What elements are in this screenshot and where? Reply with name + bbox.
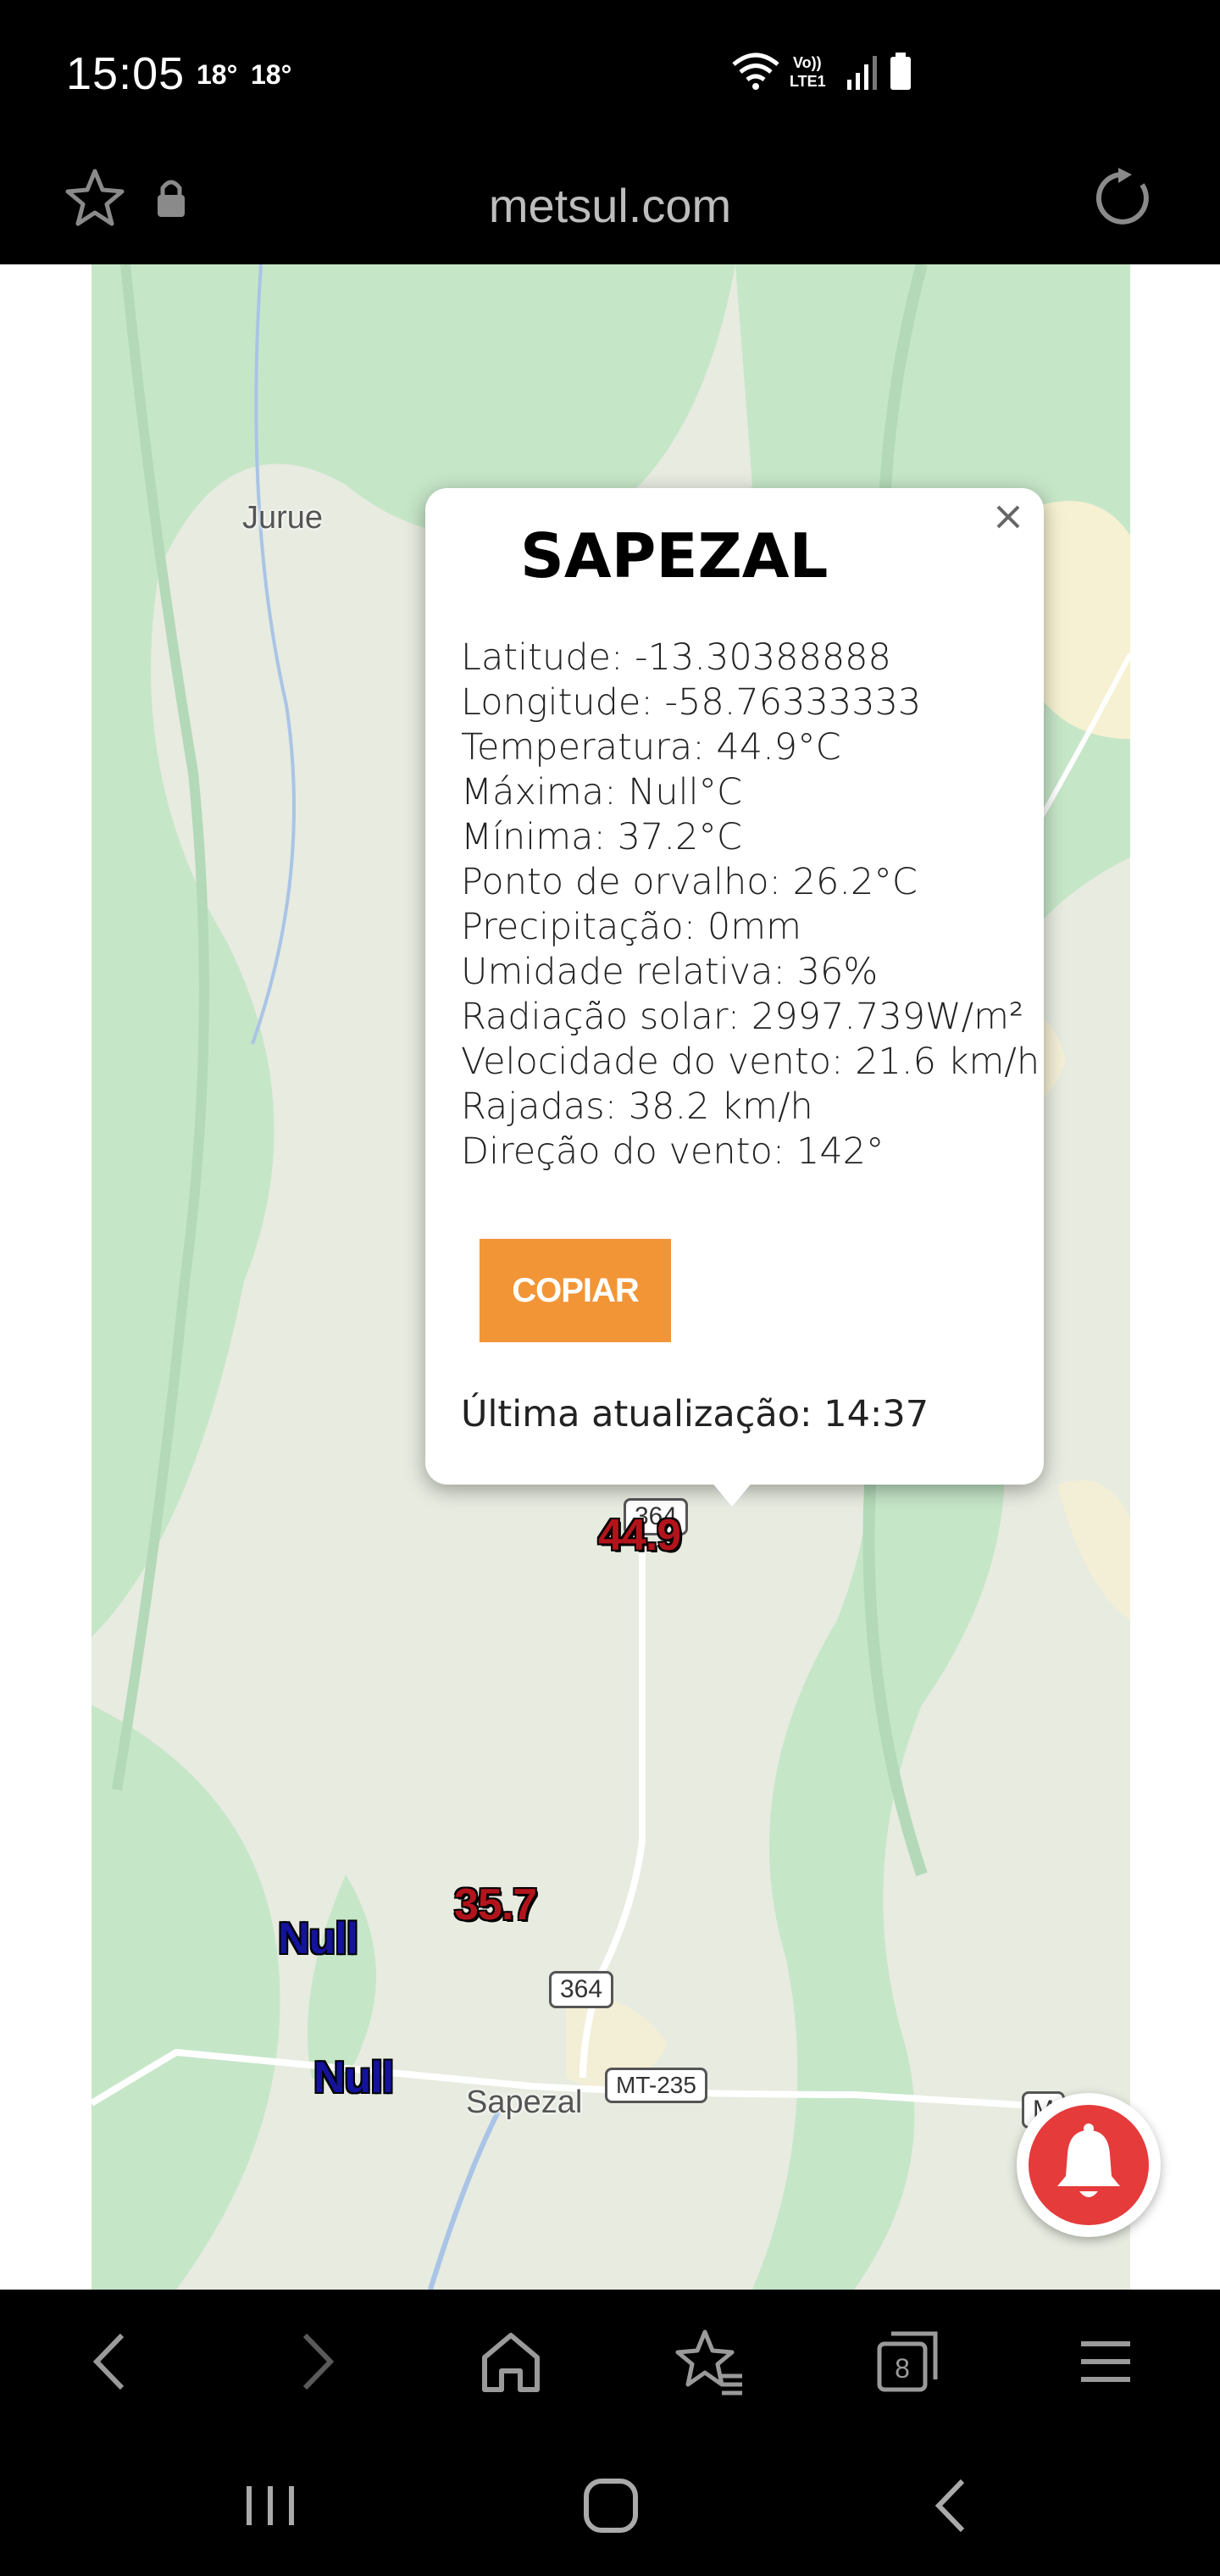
signal-icon bbox=[847, 56, 877, 90]
system-back-icon[interactable] bbox=[915, 2468, 991, 2544]
station-marker-2[interactable]: 35.7 bbox=[454, 1879, 537, 1930]
popup-title: SAPEZAL bbox=[520, 520, 829, 591]
notification-bell-circle bbox=[1029, 2105, 1149, 2225]
station-info-popup: SAPEZAL Latitude: -13.30388888 Longitude… bbox=[425, 488, 1044, 1507]
status-temp-2: 18° bbox=[251, 59, 292, 90]
dew-point-row: Ponto de orvalho: 26.2°C bbox=[461, 861, 918, 903]
browser-toolbar: 8 bbox=[0, 2290, 1220, 2434]
last-updated: Última atualização: 14:37 bbox=[461, 1393, 929, 1435]
solar-radiation-row: Radiação solar: 2997.739W/m² bbox=[461, 996, 1024, 1038]
weather-map[interactable]: Jurue Sapezal 364 364 MT-235 M 44.9 35.7… bbox=[92, 264, 1130, 2290]
forward-icon[interactable] bbox=[276, 2323, 352, 2400]
notification-bell-button[interactable] bbox=[1017, 2093, 1161, 2237]
address-bar: metsul.com bbox=[0, 153, 1220, 264]
status-icons: Vo)) LTE1 bbox=[730, 51, 913, 92]
humidity-row: Umidade relativa: 36% bbox=[461, 951, 879, 993]
status-bar: 15:05 18° 18° Vo)) LTE1 bbox=[0, 0, 1220, 153]
home-icon[interactable] bbox=[473, 2323, 549, 2400]
popup-pointer bbox=[707, 1476, 757, 1507]
wind-direction-row: Direção do vento: 142° bbox=[461, 1130, 884, 1173]
latitude-row: Latitude: -13.30388888 bbox=[461, 636, 891, 679]
gusts-row: Rajadas: 38.2 km/h bbox=[461, 1085, 813, 1128]
url-text[interactable]: metsul.com bbox=[0, 178, 1220, 233]
min-temp-row: Mínima: 37.2°C bbox=[461, 816, 742, 858]
status-temp-1: 18° bbox=[197, 59, 238, 90]
road-shield-mt235: MT-235 bbox=[605, 2068, 707, 2103]
close-icon[interactable] bbox=[984, 493, 1032, 541]
tabs-icon[interactable]: 8 bbox=[869, 2323, 946, 2400]
back-icon[interactable] bbox=[75, 2323, 151, 2400]
lte-icon: Vo)) LTE1 bbox=[790, 54, 826, 90]
recent-apps-icon[interactable] bbox=[232, 2468, 308, 2544]
reload-icon[interactable] bbox=[1093, 166, 1157, 230]
menu-icon[interactable] bbox=[1068, 2323, 1144, 2400]
map-label-juruena: Jurue bbox=[242, 500, 324, 536]
home-button-icon[interactable] bbox=[573, 2468, 649, 2544]
temperature-row: Temperatura: 44.9°C bbox=[461, 726, 841, 769]
station-data-list: Latitude: -13.30388888 Longitude: -58.76… bbox=[461, 636, 1040, 1174]
max-temp-row: Máxima: Null°C bbox=[461, 771, 743, 813]
map-label-sapezal: Sapezal bbox=[466, 2085, 583, 2120]
station-marker-4[interactable]: Null bbox=[313, 2052, 394, 2103]
station-marker-3[interactable]: Null bbox=[278, 1913, 358, 1964]
wifi-icon bbox=[732, 53, 779, 90]
station-marker-sapezal[interactable]: 44.9 bbox=[598, 1510, 681, 1561]
wind-speed-row: Velocidade do vento: 21.6 km/h bbox=[461, 1041, 1040, 1083]
svg-text:LTE1: LTE1 bbox=[790, 73, 826, 90]
page-content: Jurue Sapezal 364 364 MT-235 M 44.9 35.7… bbox=[0, 264, 1220, 2290]
precipitation-row: Precipitação: 0mm bbox=[461, 906, 801, 948]
status-time: 15:05 bbox=[66, 48, 186, 99]
bookmarks-icon[interactable] bbox=[671, 2323, 747, 2400]
svg-text:8: 8 bbox=[895, 2353, 910, 2384]
copy-button[interactable]: COPIAR bbox=[480, 1239, 671, 1342]
road-shield-364: 364 bbox=[549, 1971, 614, 2008]
bell-icon bbox=[1057, 2124, 1120, 2197]
battery-icon bbox=[890, 53, 911, 90]
longitude-row: Longitude: -58.76333333 bbox=[461, 681, 922, 724]
system-navigation-bar bbox=[0, 2434, 1220, 2576]
svg-text:Vo)): Vo)) bbox=[793, 54, 822, 71]
